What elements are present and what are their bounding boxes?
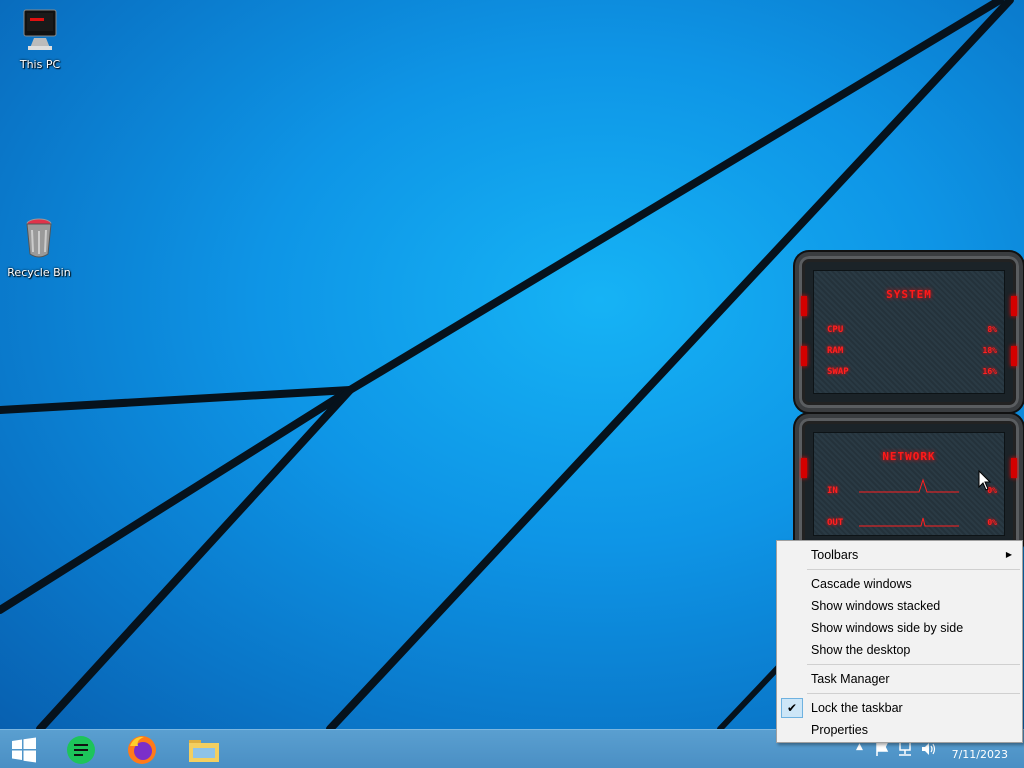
menu-item-label: Cascade windows — [811, 577, 912, 591]
gadget-row-cpu: CPU 8% — [827, 325, 997, 339]
desktop-icon-recycle-bin[interactable]: Recycle Bin — [3, 216, 75, 279]
mouse-cursor-icon — [978, 470, 992, 491]
gadget-title: SYSTEM — [886, 288, 932, 301]
menu-item-label: Task Manager — [811, 672, 890, 686]
desktop-icon-this-pc[interactable]: This PC — [4, 8, 76, 71]
gadget-row-out: OUT 0% — [827, 518, 997, 532]
menu-separator — [807, 664, 1020, 665]
menu-item-label: Show windows side by side — [811, 621, 964, 635]
start-button[interactable] — [0, 730, 48, 768]
menu-item-label: Toolbars — [811, 548, 859, 562]
desktop-icon-label: This PC — [19, 58, 61, 71]
network-icon[interactable] — [896, 741, 914, 757]
row-label: OUT — [827, 518, 844, 528]
checkmark-icon: ✔ — [781, 698, 803, 718]
menu-item-label: Lock the taskbar — [811, 701, 903, 715]
gadget-row-swap: SWAP 16% — [827, 367, 997, 381]
windows-logo-icon — [12, 737, 36, 762]
folder-icon — [189, 739, 219, 762]
menu-item-show-the-desktop[interactable]: Show the desktop — [779, 639, 1020, 661]
file-explorer-button[interactable] — [180, 730, 228, 768]
menu-item-show-windows-side-by-side[interactable]: Show windows side by side — [779, 617, 1020, 639]
taskbar-context-menu[interactable]: Toolbars ▶ Cascade windows Show windows … — [776, 540, 1023, 743]
submenu-arrow-icon: ▶ — [1005, 550, 1012, 559]
notes-app-icon — [67, 735, 95, 764]
clock-date[interactable]: 7/11/2023 — [952, 748, 1008, 761]
notes-app-button[interactable] — [57, 730, 105, 768]
row-value: 0% — [987, 518, 997, 527]
menu-item-label: Show windows stacked — [811, 599, 941, 613]
firefox-icon — [128, 735, 156, 764]
menu-item-properties[interactable]: Properties — [779, 719, 1020, 741]
row-value: 16% — [982, 367, 997, 376]
row-label: IN — [827, 486, 838, 496]
gadget-row-in: IN 0% — [827, 486, 997, 500]
action-center-flag-icon[interactable] — [874, 741, 890, 757]
row-label: CPU — [827, 325, 844, 335]
show-hidden-icons-icon[interactable]: ▲ — [856, 742, 863, 752]
gadget-row-ram: RAM 18% — [827, 346, 997, 360]
gadget-led — [801, 346, 807, 366]
monitor-icon — [23, 9, 57, 50]
gadget-led — [1011, 346, 1017, 366]
menu-item-lock-the-taskbar[interactable]: ✔ Lock the taskbar — [779, 697, 1020, 719]
menu-item-task-manager[interactable]: Task Manager — [779, 668, 1020, 690]
desktop-icon-label: Recycle Bin — [7, 266, 71, 279]
gadget-title: NETWORK — [882, 450, 936, 463]
menu-separator — [807, 569, 1020, 570]
menu-item-label: Show the desktop — [811, 643, 911, 657]
row-value: 18% — [982, 346, 997, 355]
recycle-bin-icon — [26, 218, 52, 258]
menu-item-toolbars[interactable]: Toolbars ▶ — [779, 544, 1020, 566]
volume-icon[interactable] — [920, 741, 938, 757]
system-monitor-gadget[interactable]: SYSTEM CPU 8% RAM 18% SWAP 16% — [795, 252, 1023, 412]
row-label: SWAP — [827, 367, 849, 377]
row-value: 8% — [987, 325, 997, 334]
menu-item-cascade-windows[interactable]: Cascade windows — [779, 573, 1020, 595]
row-label: RAM — [827, 346, 844, 356]
menu-item-label: Properties — [811, 723, 868, 737]
menu-item-show-windows-stacked[interactable]: Show windows stacked — [779, 595, 1020, 617]
firefox-button[interactable] — [118, 730, 166, 768]
menu-separator — [807, 693, 1020, 694]
